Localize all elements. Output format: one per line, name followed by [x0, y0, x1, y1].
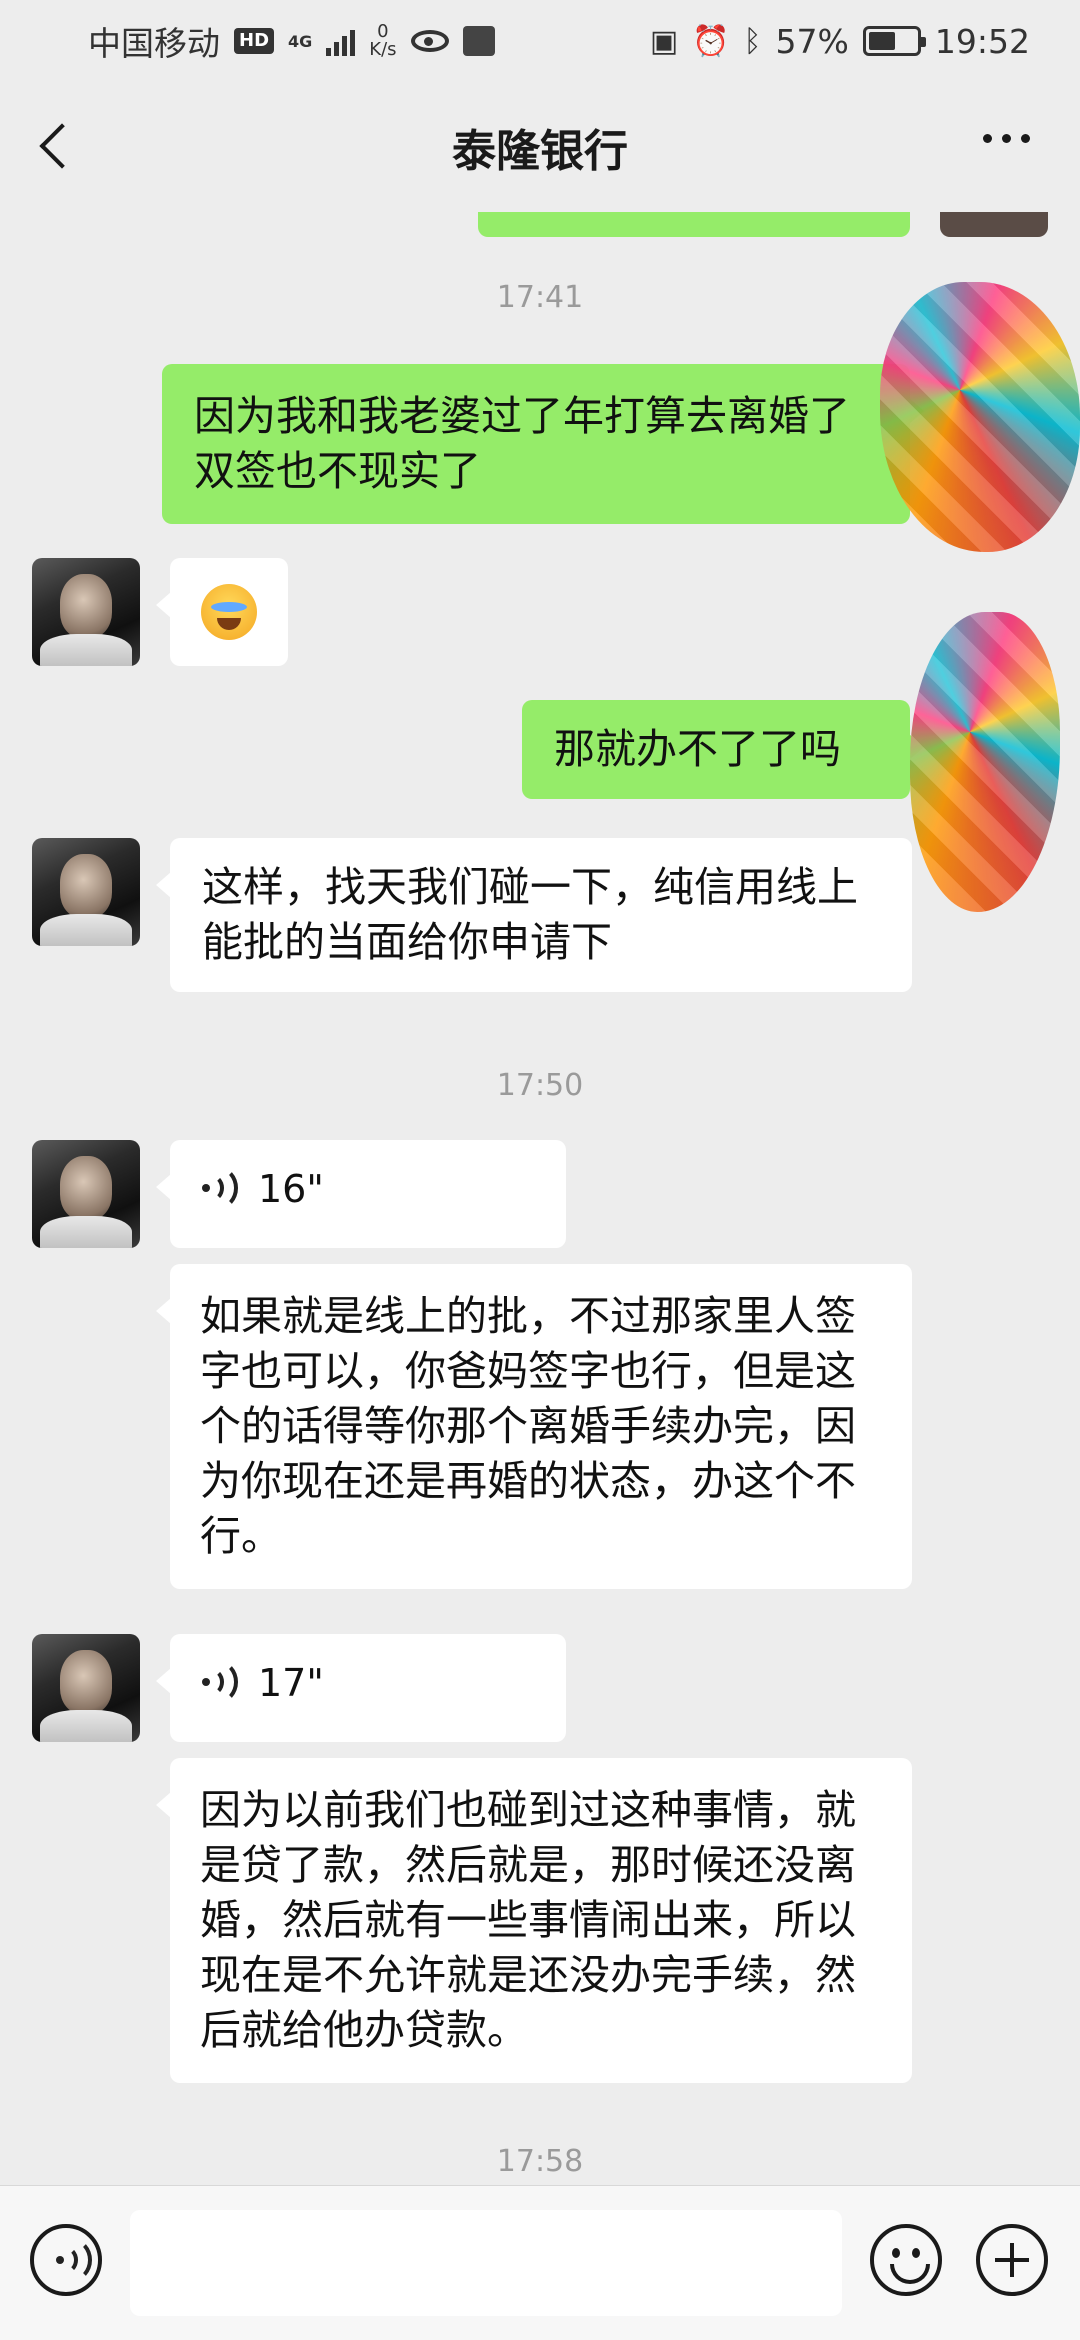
- voice-message: 16": [202, 1162, 534, 1217]
- plus-icon[interactable]: [976, 2224, 1048, 2296]
- timestamp: 17:50: [496, 1068, 584, 1103]
- voice-message-bubble[interactable]: 17": [156, 1634, 566, 1742]
- chevron-left-icon[interactable]: [32, 122, 80, 170]
- eye-icon: [410, 30, 449, 52]
- alarm-icon: ⏰: [692, 23, 730, 59]
- contact-avatar[interactable]: [32, 1140, 140, 1248]
- network-type: 4G: [288, 31, 313, 51]
- emoji-bubble[interactable]: [156, 558, 288, 666]
- message-list[interactable]: 17:41 因为我和我老婆过了年打算去离婚了 双签也不现实了 那就办不了了吗 这…: [0, 212, 1080, 2185]
- mailbox-icon: [462, 26, 495, 56]
- message-text: 因为我和我老婆过了年打算去离婚了 双签也不现实了: [194, 392, 850, 495]
- message-text: 那就办不了了吗: [554, 725, 841, 773]
- chat-screen: 中国移动 HD 4G 0 K/s ▣ ⏰ ᛒ 57% 19:52 泰隆银行 17…: [0, 0, 1080, 2340]
- signal-icon: [326, 26, 356, 56]
- chat-title: 泰隆银行: [452, 126, 628, 177]
- message-bubble-sent[interactable]: 那就办不了了吗: [522, 700, 924, 799]
- voice-duration: 17": [258, 1661, 324, 1705]
- nfc-icon: ▣: [649, 23, 679, 59]
- battery-icon: [862, 26, 926, 56]
- emoji-icon[interactable]: [870, 2224, 942, 2296]
- clock-time: 19:52: [934, 21, 1030, 61]
- battery-percent: 57%: [775, 21, 849, 61]
- contact-avatar[interactable]: [32, 1634, 140, 1742]
- contact-avatar[interactable]: [32, 838, 140, 946]
- voice-input-icon[interactable]: [30, 2224, 102, 2296]
- voice-duration: 16": [258, 1167, 324, 1211]
- bluetooth-icon: ᛒ: [743, 23, 762, 59]
- my-avatar-pixelated[interactable]: [910, 612, 1060, 912]
- net-speed: 0 K/s: [369, 23, 396, 59]
- voice-wave-icon: [202, 1659, 238, 1704]
- crying-face-emoji: [201, 584, 257, 640]
- message-bubble-received[interactable]: 这样，找天我们碰一下，纯信用线上能批的当面给你申请下: [156, 838, 912, 992]
- timestamp: 17:58: [496, 2144, 584, 2179]
- message-input[interactable]: [130, 2210, 842, 2316]
- battery-level-fill: [868, 32, 896, 50]
- message-text: 如果就是线上的批，不过那家里人签字也可以，你爸妈签字也行，但是这个的话得等你那个…: [200, 1292, 856, 1560]
- message-text: 这样，找天我们碰一下，纯信用线上能批的当面给你申请下: [202, 863, 858, 966]
- my-avatar-pixelated[interactable]: [880, 282, 1080, 552]
- partial-message-bubble[interactable]: [478, 212, 910, 237]
- voice-wave-icon: [202, 1165, 238, 1210]
- message-bubble-received[interactable]: 如果就是线上的批，不过那家里人签字也可以，你爸妈签字也行，但是这个的话得等你那个…: [156, 1264, 912, 1589]
- more-dots-icon[interactable]: [983, 134, 1030, 143]
- message-bubble-received[interactable]: 因为以前我们也碰到过这种事情，就是贷了款，然后就是，那时候还没离婚，然后就有一些…: [156, 1758, 912, 2083]
- partial-avatar[interactable]: [940, 212, 1048, 237]
- message-bubble-sent[interactable]: 因为我和我老婆过了年打算去离婚了 双签也不现实了: [162, 364, 924, 524]
- message-text: 因为以前我们也碰到过这种事情，就是贷了款，然后就是，那时候还没离婚，然后就有一些…: [200, 1786, 856, 2054]
- status-bar-left: 中国移动 HD 4G 0 K/s: [88, 17, 495, 65]
- contact-avatar[interactable]: [32, 558, 140, 666]
- status-bar: 中国移动 HD 4G 0 K/s ▣ ⏰ ᛒ 57% 19:52: [0, 0, 1080, 82]
- hd-badge: HD: [234, 28, 275, 54]
- voice-message: 17": [202, 1656, 534, 1711]
- net-speed-unit: K/s: [369, 39, 397, 60]
- input-bar: [0, 2185, 1080, 2340]
- chat-header: 泰隆银行: [0, 82, 1080, 212]
- voice-message-bubble[interactable]: 16": [156, 1140, 566, 1248]
- status-bar-right: ▣ ⏰ ᛒ 57% 19:52: [650, 22, 1030, 61]
- carrier-label: 中国移动: [88, 24, 220, 63]
